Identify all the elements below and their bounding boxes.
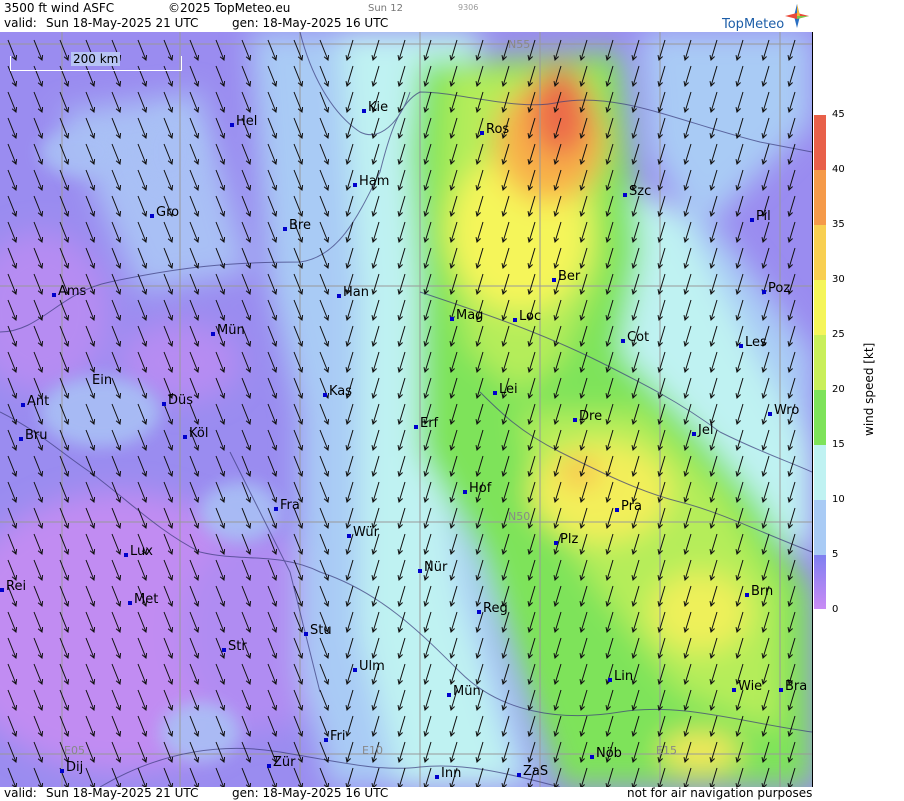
city-label: Bru [19, 428, 48, 443]
city-label: Lei [493, 382, 518, 397]
legend-tick: 40 [832, 164, 845, 175]
legend-tick: 35 [832, 219, 845, 230]
city-label: Reg [477, 601, 508, 616]
city-label: Bra [779, 679, 807, 694]
legend-tick: 0 [832, 604, 839, 615]
city-label: Zür [267, 755, 296, 770]
grid-label-e10: E10 [362, 744, 383, 757]
city-label: Dij [60, 760, 83, 775]
legend-swatch [814, 280, 826, 335]
footer-valid-time: Sun 18-May-2025 21 UTC [46, 786, 199, 800]
city-label: Lin [608, 669, 633, 684]
grid-label-n50: N50 [508, 510, 531, 523]
legend-title: wind speed [kt] [862, 342, 876, 436]
brand-logo: TopMeteo [722, 17, 785, 32]
city-label: Dre [573, 409, 602, 424]
valid-prefix: valid: [4, 16, 37, 30]
valid-time: Sun 18-May-2025 21 UTC [46, 16, 199, 30]
city-label: Kie [362, 100, 388, 115]
city-label: Les [739, 335, 767, 350]
scale-label: 200 km [71, 52, 121, 66]
legend-swatch [814, 445, 826, 500]
code-label: 9306 [458, 3, 479, 12]
city-label: Erf [414, 416, 438, 431]
city-label: Ein [92, 373, 113, 388]
city-label: Ant [21, 394, 49, 409]
city-label: Mün [211, 323, 245, 338]
grid-label-e15: E15 [656, 744, 677, 757]
city-label: Gro [150, 205, 179, 220]
gen-time: gen: 18-May-2025 16 UTC [232, 16, 389, 30]
legend-swatch [814, 500, 826, 555]
legend-tick: 10 [832, 494, 845, 505]
product-title: 3500 ft wind ASFC [4, 1, 115, 15]
city-label: Poz [762, 281, 790, 296]
footer-bar: valid: Sun 18-May-2025 21 UTC gen: 18-Ma… [0, 786, 813, 801]
footer-disclaimer: not for air navigation purposes [627, 786, 813, 800]
city-label: Bre [283, 218, 311, 233]
city-label: Wro [768, 403, 799, 418]
legend-tick: 5 [832, 549, 839, 560]
legend-swatch [814, 390, 826, 445]
city-label: Loc [513, 309, 541, 324]
legend-tick: 45 [832, 109, 845, 120]
city-label: Kas [323, 384, 352, 399]
city-label: ZaS [517, 764, 548, 779]
city-label: Wür [347, 525, 379, 540]
legend-swatch [814, 225, 826, 280]
footer-valid-prefix: valid: [4, 786, 37, 800]
city-label: Düs [162, 393, 193, 408]
city-label: Fri [324, 729, 346, 744]
city-label: Inn [435, 766, 461, 781]
legend-tick: 25 [832, 329, 845, 340]
city-label: Cot [621, 330, 649, 345]
city-label: Lux [124, 544, 153, 559]
legend-swatch [814, 555, 826, 609]
legend-swatch [814, 115, 826, 170]
city-label: Hel [230, 114, 257, 129]
scale-bar: 200 km [10, 52, 182, 71]
legend-tick: 15 [832, 439, 845, 450]
city-label: Stu [304, 623, 332, 638]
copyright: ©2025 TopMeteo.eu [168, 1, 291, 15]
city-label: Mag [450, 308, 483, 323]
header-bar: 3500 ft wind ASFC ©2025 TopMeteo.eu Sun … [0, 0, 812, 32]
city-label: Wie [732, 679, 762, 694]
legend-tick: 20 [832, 384, 845, 395]
city-label: Pra [615, 499, 642, 514]
legend-tick: 30 [832, 274, 845, 285]
city-label: Mün [447, 684, 481, 699]
city-label: Köl [183, 426, 208, 441]
city-label: Nür [418, 560, 447, 575]
city-label: Han [337, 285, 369, 300]
city-label: Ulm [353, 659, 385, 674]
color-legend [814, 115, 826, 609]
city-label: Jel [692, 423, 713, 438]
city-label: Rei [0, 579, 26, 594]
city-label: Brn [745, 584, 773, 599]
city-label: Str [222, 639, 247, 654]
city-label: Pil [750, 209, 771, 224]
legend-panel [813, 0, 904, 801]
legend-swatch [814, 170, 826, 225]
legend-swatch [814, 335, 826, 390]
city-label: Ros [480, 122, 509, 137]
city-label: Ham [353, 174, 389, 189]
footer-gen-time: gen: 18-May-2025 16 UTC [232, 786, 389, 800]
city-label: Fra [274, 498, 300, 513]
city-label: Nöb [590, 746, 622, 761]
wind-map[interactable]: 200 km N55 N50 E05 E10 E15 Kie Hel Ros H… [0, 32, 813, 787]
city-label: Plz [554, 532, 578, 547]
compass-logo-icon [785, 4, 809, 28]
city-label: Met [128, 592, 158, 607]
run-label: Sun 12 [368, 3, 403, 14]
city-label: Szc [623, 184, 651, 199]
grid-label-n55: N55 [508, 38, 531, 51]
city-label: Ber [552, 269, 580, 284]
wind-field [0, 32, 812, 787]
city-label: Hof [463, 481, 491, 496]
grid-label-e05: E05 [64, 744, 85, 757]
city-label: Ams [52, 284, 86, 299]
